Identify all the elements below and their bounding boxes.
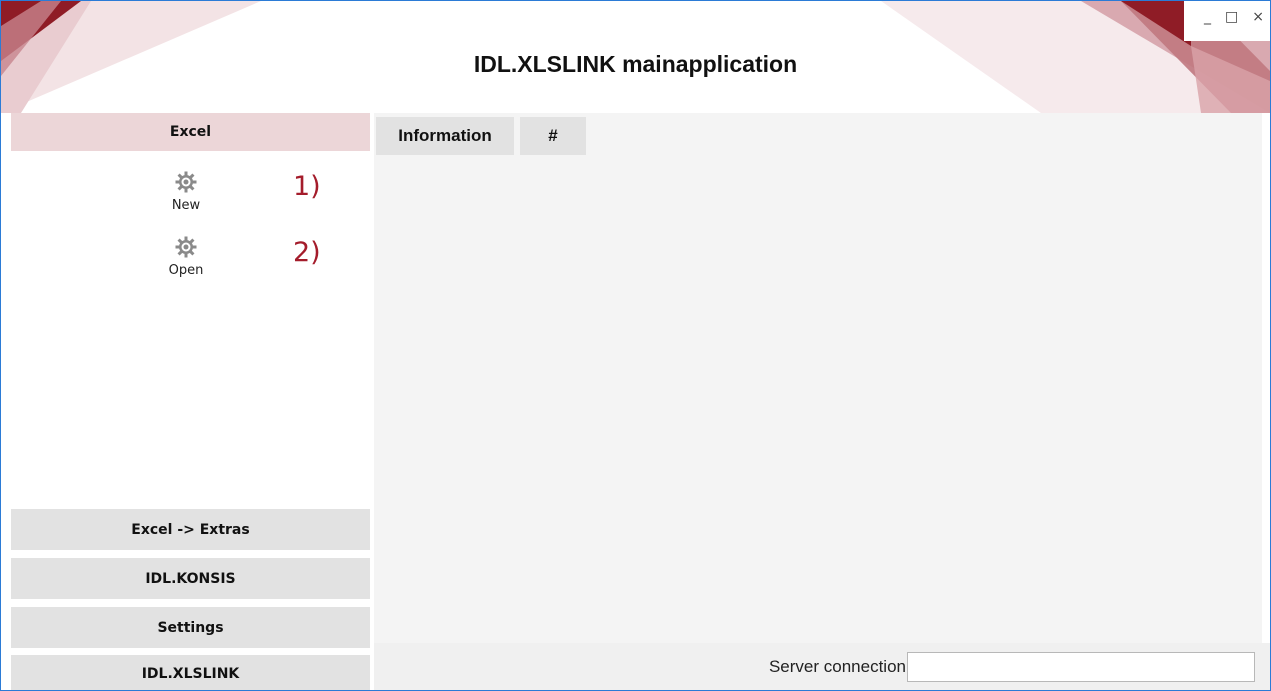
server-connection-label: Server connection <box>768 657 906 676</box>
window-title: IDL.XLSLINK mainapplication <box>473 51 798 77</box>
tab-information[interactable]: Information <box>376 117 514 155</box>
sidebar: Excel New 1) Open 2) Excel -> Extras IDL… <box>11 113 370 690</box>
gear-icon <box>175 171 197 193</box>
new-button[interactable]: New <box>151 170 221 213</box>
sidebar-section-settings[interactable]: Settings <box>11 607 370 648</box>
gear-icon <box>175 236 197 258</box>
server-connection-field[interactable] <box>907 652 1255 682</box>
open-button[interactable]: Open <box>151 235 221 278</box>
sidebar-section-idl-xlslink[interactable]: IDL.XLSLINK <box>11 655 370 690</box>
open-label: Open <box>168 263 204 278</box>
tab-hash[interactable]: # <box>520 117 586 155</box>
minimize-button[interactable]: _ <box>1204 9 1211 25</box>
close-button[interactable]: × <box>1252 9 1264 25</box>
new-label: New <box>171 198 201 213</box>
status-bar: Server connection <box>374 643 1270 690</box>
header: IDL.XLSLINK mainapplication _ □ × <box>1 1 1270 113</box>
step-1-marker: 1) <box>293 171 321 202</box>
sidebar-header-excel[interactable]: Excel <box>11 113 370 151</box>
step-2-marker: 2) <box>293 237 321 268</box>
sidebar-section-excel-extras[interactable]: Excel -> Extras <box>11 509 370 550</box>
app-window: IDL.XLSLINK mainapplication _ □ × Excel <box>0 0 1271 691</box>
sidebar-section-idl-konsis[interactable]: IDL.KONSIS <box>11 558 370 599</box>
main-panel: Information # <box>374 113 1262 643</box>
window-controls: _ □ × <box>1184 1 1270 41</box>
maximize-button[interactable]: □ <box>1225 9 1238 25</box>
